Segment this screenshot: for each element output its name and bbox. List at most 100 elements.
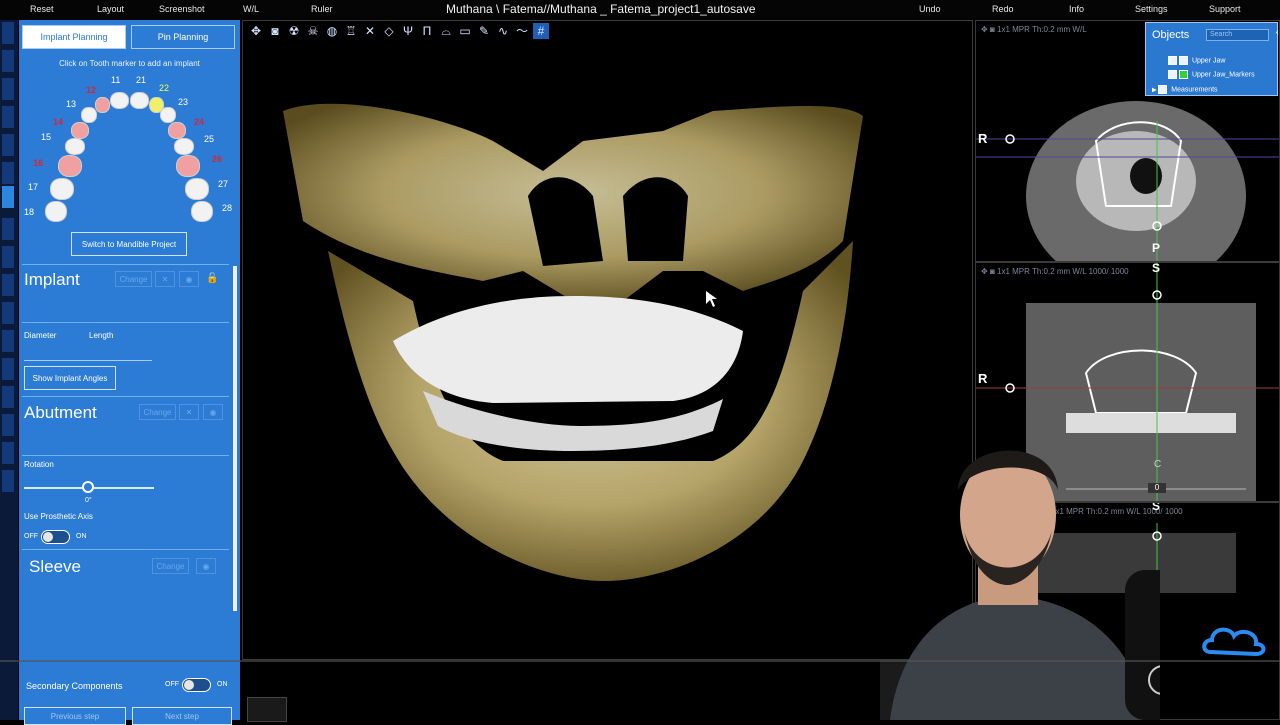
show-implant-angles-button[interactable]: Show Implant Angles — [24, 366, 116, 390]
checkbox[interactable] — [1158, 85, 1168, 94]
tooth-28[interactable] — [191, 201, 213, 222]
secondary-components-toggle[interactable] — [182, 678, 211, 692]
tab-pin-planning[interactable]: Pin Planning — [131, 25, 235, 49]
objects-search-input[interactable]: Search — [1206, 29, 1269, 41]
checkbox[interactable] — [1168, 56, 1177, 65]
skull-icon[interactable]: ☠ — [305, 23, 321, 39]
menu-info[interactable]: Info — [1069, 4, 1084, 14]
tooth-27[interactable] — [185, 178, 209, 200]
strip-button[interactable] — [2, 442, 14, 464]
panorama-icon[interactable]: ▭ — [457, 23, 473, 39]
abutment-change-button[interactable]: Change — [139, 404, 176, 420]
tooth-14[interactable] — [71, 122, 89, 139]
panel-scrollbar[interactable] — [233, 266, 237, 611]
camera-icon[interactable]: ◙ — [267, 23, 283, 39]
implant-remove-icon[interactable]: ✕ — [155, 271, 175, 287]
secondary-off-label: OFF — [165, 681, 179, 688]
strip-button[interactable] — [2, 106, 14, 128]
move-icon[interactable]: ✥ — [248, 23, 264, 39]
draw-icon[interactable]: ✎ — [476, 23, 492, 39]
prosthetic-axis-toggle[interactable] — [41, 530, 70, 544]
tab-implant-planning[interactable]: Implant Planning — [22, 25, 126, 49]
strip-button[interactable] — [2, 274, 14, 296]
strip-button[interactable] — [2, 246, 14, 268]
strip-button[interactable] — [2, 78, 14, 100]
tooth-label-21: 21 — [136, 75, 147, 85]
globe-icon[interactable]: ◍ — [324, 23, 340, 39]
thumbnail[interactable] — [247, 697, 287, 722]
tooth-label-16: 16 — [33, 158, 44, 168]
pillar-icon[interactable]: Π — [419, 23, 435, 39]
strip-button[interactable] — [2, 50, 14, 72]
viewport-toolbar: ✥ ◙ ☢ ☠ ◍ ♖ ✕ ◇ Ψ Π ⌓ ▭ ✎ ∿ 〜 # — [248, 23, 549, 39]
strip-button[interactable] — [2, 386, 14, 408]
curve-icon[interactable]: ∿ — [495, 23, 511, 39]
rotation-slider-thumb[interactable] — [82, 481, 94, 493]
strip-button[interactable] — [2, 218, 14, 240]
sleeve-visibility-icon[interactable]: ◉ — [196, 558, 216, 574]
object-row-measurements[interactable]: ▶ Measurements — [1152, 85, 1218, 94]
tooth-label-15: 15 — [41, 132, 52, 142]
tooth-13[interactable] — [81, 107, 97, 123]
implant-icon[interactable]: Ψ — [400, 23, 416, 39]
tooth-26[interactable] — [176, 155, 200, 177]
implant-visibility-icon[interactable]: ◉ — [179, 271, 199, 287]
menu-layout[interactable]: Layout — [97, 4, 124, 14]
abutment-remove-icon[interactable]: ✕ — [179, 404, 199, 420]
next-step-button[interactable]: Next step — [132, 707, 232, 725]
menu-wl[interactable]: W/L — [243, 4, 259, 14]
abutment-visibility-icon[interactable]: ◉ — [203, 404, 223, 420]
rotation-label: Rotation — [24, 460, 54, 469]
close-icon[interactable]: ✕ — [362, 23, 378, 39]
menu-reset[interactable]: Reset — [30, 4, 54, 14]
3d-viewport[interactable] — [242, 20, 973, 660]
strip-button[interactable] — [2, 134, 14, 156]
strip-button[interactable] — [2, 414, 14, 436]
tooth-23[interactable] — [160, 107, 176, 123]
eraser-icon[interactable]: ◇ — [381, 23, 397, 39]
posterior-marker: P — [1152, 241, 1161, 255]
tooth-24[interactable] — [168, 122, 186, 139]
strip-button-active[interactable] — [2, 186, 14, 208]
menu-undo[interactable]: Undo — [919, 4, 941, 14]
strip-button[interactable] — [2, 162, 14, 184]
menu-screenshot[interactable]: Screenshot — [159, 4, 205, 14]
tooth-label-13: 13 — [66, 99, 77, 109]
tooth-25[interactable] — [174, 138, 194, 155]
arch-icon[interactable]: ⌓ — [438, 23, 454, 39]
menu-support[interactable]: Support — [1209, 4, 1241, 14]
checkbox[interactable] — [1168, 70, 1177, 79]
tooth-21[interactable] — [130, 92, 149, 109]
tooth-16[interactable] — [58, 155, 82, 177]
tooth-label-14: 14 — [53, 117, 64, 127]
implant-heading: Implant — [24, 270, 80, 289]
divider — [22, 322, 229, 323]
tooth-label-11: 11 — [111, 75, 121, 85]
tooth-11[interactable] — [110, 92, 129, 109]
implant-lock-icon[interactable]: 🔓 — [206, 273, 218, 284]
strip-button[interactable] — [2, 330, 14, 352]
radiation-icon[interactable]: ☢ — [286, 23, 302, 39]
object-row-upper-jaw[interactable]: Upper Jaw — [1168, 56, 1225, 65]
menu-settings[interactable]: Settings — [1135, 4, 1168, 14]
tooth-18[interactable] — [45, 201, 67, 222]
strip-button[interactable] — [2, 22, 14, 44]
tooth-15[interactable] — [65, 138, 85, 155]
sleeve-change-button[interactable]: Change — [152, 558, 189, 574]
tooth-label-22: 22 — [159, 83, 170, 93]
collapse-icon[interactable]: ‹ — [1276, 27, 1279, 38]
tooth-icon[interactable]: ♖ — [343, 23, 359, 39]
strip-button[interactable] — [2, 470, 14, 492]
implant-change-button[interactable]: Change — [115, 271, 152, 287]
tooth-17[interactable] — [50, 178, 74, 200]
previous-step-button[interactable]: Previous step — [24, 707, 126, 725]
tooth-12[interactable] — [95, 97, 110, 113]
object-row-upper-jaw-markers[interactable]: Upper Jaw_Markers — [1168, 70, 1255, 79]
strip-button[interactable] — [2, 302, 14, 324]
strip-button[interactable] — [2, 358, 14, 380]
grid-icon[interactable]: # — [533, 23, 549, 39]
spline-icon[interactable]: 〜 — [514, 23, 530, 39]
switch-to-mandible-button[interactable]: Switch to Mandible Project — [71, 232, 187, 256]
menu-ruler[interactable]: Ruler — [311, 4, 333, 14]
menu-redo[interactable]: Redo — [992, 4, 1014, 14]
